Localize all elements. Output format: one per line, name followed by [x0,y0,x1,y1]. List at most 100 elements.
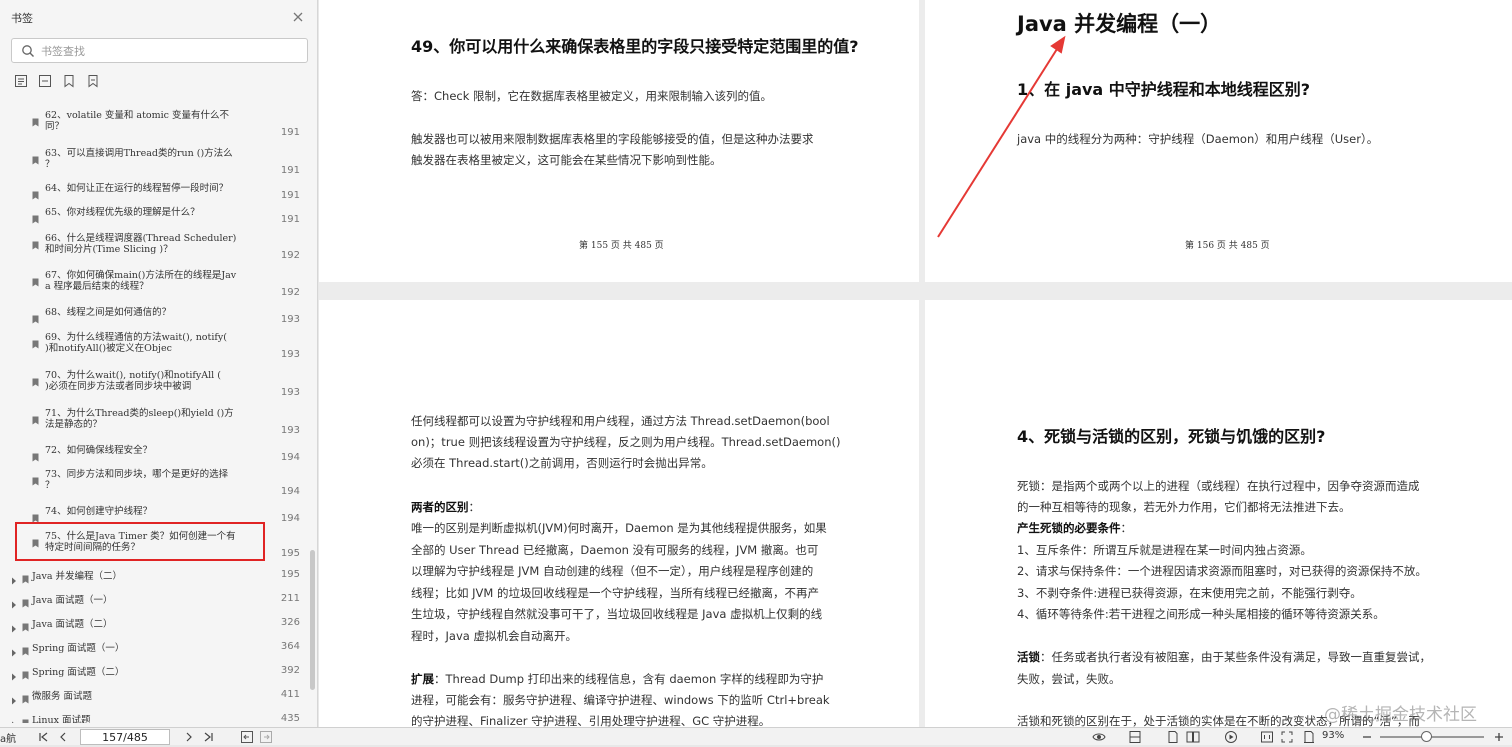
toc-group-title: Java 并发编程（二） [32,571,123,582]
expand-all-icon[interactable] [14,73,28,87]
toc-item-title: 65、你对线程优先级的理解是什么？ [45,207,200,218]
paragraph: 扩展：Thread Dump 打印出来的线程信息，含有 daemon 字样的线程… [411,669,823,691]
zoom-slider-thumb[interactable] [1420,731,1432,742]
toc-item[interactable]: 63、可以直接调用Thread类的run ()方法么 ？ 191 [30,148,300,180]
bookmark-icon [32,209,39,224]
paragraph: 死锁：是指两个或两个以上的进程（或线程）在执行过程中，因争夺资源而造成 [1017,479,1420,493]
bookmark-icon [22,641,29,656]
close-icon[interactable] [289,8,307,26]
expand-arrow-icon[interactable] [11,570,17,585]
back-icon[interactable] [240,730,254,744]
toc-item-page: 191 [280,127,300,138]
toc-group[interactable]: 微服务 面试题 411 [8,688,300,705]
toc-group[interactable]: Java 面试题（一） 211 [8,592,300,609]
paragraph: 必须在 Thread.start()之前调用，否则运行时会抛出异常。 [411,456,713,470]
paragraph: 1、互斥条件：所谓互斥就是进程在某一时间内独占资源。 [1017,543,1312,557]
zoom-in-icon[interactable] [1492,730,1506,744]
toc-item[interactable]: 64、如何让正在运行的线程暂停一段时间？ 191 [30,183,300,201]
prev-page-icon[interactable] [56,730,70,744]
fit-width-icon[interactable] [1128,730,1142,744]
toc-group-page: 211 [280,593,300,604]
toc-item[interactable]: 68、线程之间是如何通信的？ 193 [30,307,300,325]
toc-group[interactable]: Spring 面试题（二） 392 [8,664,300,681]
paragraph: 生垃圾，守护线程自然就没事可干了，当垃圾回收线程是 Java 虚拟机上仅剩的线 [411,607,823,621]
toc-item[interactable]: 65、你对线程优先级的理解是什么？ 191 [30,207,300,225]
toc-item[interactable]: 62、volatile 变量和 atomic 变量有什么不 同？ 191 [30,110,300,142]
bookmark-search-box[interactable] [11,38,308,63]
bold-label: 活锁 [1017,650,1040,664]
toc-item[interactable]: 71、为什么Thread类的sleep()和yield ()方 法是静态的？ 19… [30,408,300,440]
toc-group-page: 364 [280,641,300,652]
paragraph: 触发器在表格里被定义，这可能会在某些情况下影响到性能。 [411,153,722,167]
toc-group[interactable]: Java 面试题（二） 326 [8,616,300,633]
search-icon [22,45,34,57]
toc-group[interactable]: Linux 面试题 435 [8,712,300,723]
expand-arrow-icon[interactable] [11,666,17,681]
bookmark-icon [32,235,39,250]
eye-care-icon[interactable] [1092,730,1106,744]
zoom-mode-icon[interactable] [1302,730,1316,744]
toc-group-page: 392 [280,665,300,676]
toc-item[interactable]: 66、什么是线程调度器(Thread Scheduler) 和时间分片(Time… [30,233,300,265]
toc-item[interactable]: 67、你如何确保main()方法所在的线程是Jav a 程序最后结束的线程？ 19… [30,270,300,302]
toc-item-page: 194 [280,452,300,463]
first-page-icon[interactable] [36,730,50,744]
single-page-icon[interactable] [1166,730,1180,744]
paragraph: 活锁：任务或者执行者没有被阻塞，由于某些条件没有满足，导致一直重复尝试， [1017,647,1431,669]
toc-item-page: 193 [280,314,300,325]
toc-item[interactable]: 69、为什么线程通信的方法wait(), notify( )和notifyAll… [30,332,300,364]
toc-group-title: Linux 面试题 [32,715,91,723]
bookmark-icon [32,372,39,387]
zoom-slider[interactable] [1380,736,1484,738]
paragraph: 两者的区别： [411,497,480,519]
expand-arrow-icon[interactable] [11,594,17,609]
toc-item-title: 72、如何确保线程安全？ [45,445,153,456]
toc-item[interactable]: 73、同步方法和同步块，哪个是更好的选择 ？ 194 [30,469,300,501]
expand-arrow-icon[interactable] [11,642,17,657]
pdf-page: 49、你可以用什么来确保表格里的字段只接受特定范围里的值? 答：Check 限制… [319,0,919,282]
document-view: 49、你可以用什么来确保表格里的字段只接受特定范围里的值? 答：Check 限制… [319,0,1512,727]
paragraph: 失败，尝试，失败。 [1017,672,1121,686]
toc-item-page: 193 [280,349,300,360]
double-page-icon[interactable] [1186,730,1200,744]
chapter-title: Java 并发编程（一） [1017,12,1222,36]
toc-item-page: 194 [280,513,300,524]
next-page-icon[interactable] [182,730,196,744]
bookmarks-header: 书签 [0,0,318,34]
remove-bookmark-icon[interactable] [86,73,100,88]
toc-item-page: 191 [280,165,300,176]
toc-item-page: 192 [280,287,300,298]
paragraph: 3、不剥夺条件:进程已获得资源，在末使用完之前，不能强行剥夺。 [1017,586,1362,600]
toc-item-title: 71、为什么Thread类的sleep()和yield ()方 法是静态的？ [45,408,234,430]
paragraph: 程时，Java 虚拟机会自动离开。 [411,629,577,643]
page-number-input[interactable] [80,729,170,745]
bookmark-scrollbar[interactable] [310,550,315,690]
pdf-page: 4、死锁与活锁的区别，死锁与饥饿的区别? 死锁：是指两个或两个以上的进程（或线程… [925,300,1512,727]
pdf-page: 任何线程都可以设置为守护线程和用户线程，通过方法 Thread.setDaemo… [319,300,919,727]
toc-item[interactable]: 70、为什么wait(), notify()和notifyAll ( )必须在同… [30,370,300,402]
collapse-all-icon[interactable] [38,73,52,87]
expand-arrow-icon[interactable] [11,690,17,705]
bookmark-search-input[interactable] [41,42,296,60]
toc-group[interactable]: Java 并发编程（二） 195 [8,568,300,585]
add-bookmark-icon[interactable] [62,73,76,88]
toc-item-page: 193 [280,425,300,436]
expand-arrow-icon[interactable] [11,714,17,723]
bookmark-icon [22,569,29,584]
fit-page-icon[interactable] [1280,730,1294,744]
status-bar: a航 93% [0,727,1512,745]
toc-item-title: 70、为什么wait(), notify()和notifyAll ( )必须在同… [45,370,221,392]
expand-arrow-icon[interactable] [11,618,17,633]
forward-icon[interactable] [259,730,273,744]
zoom-out-icon[interactable] [1360,730,1374,744]
bookmark-icon [32,150,39,165]
bookmark-icon [32,471,39,486]
play-icon[interactable] [1224,730,1238,744]
toc-item[interactable]: 72、如何确保线程安全？ 194 [30,445,300,463]
paragraph: 线程；比如 JVM 的垃圾回收线程是一个守护线程，当所有线程已经撤离，不再产 [411,586,819,600]
watermark: @稀土掘金技术社区 [1324,705,1477,725]
toc-item-title: 69、为什么线程通信的方法wait(), notify( )和notifyAll… [45,332,227,354]
actual-size-icon[interactable] [1260,730,1274,744]
last-page-icon[interactable] [202,730,216,744]
toc-group[interactable]: Spring 面试题（一） 364 [8,640,300,657]
